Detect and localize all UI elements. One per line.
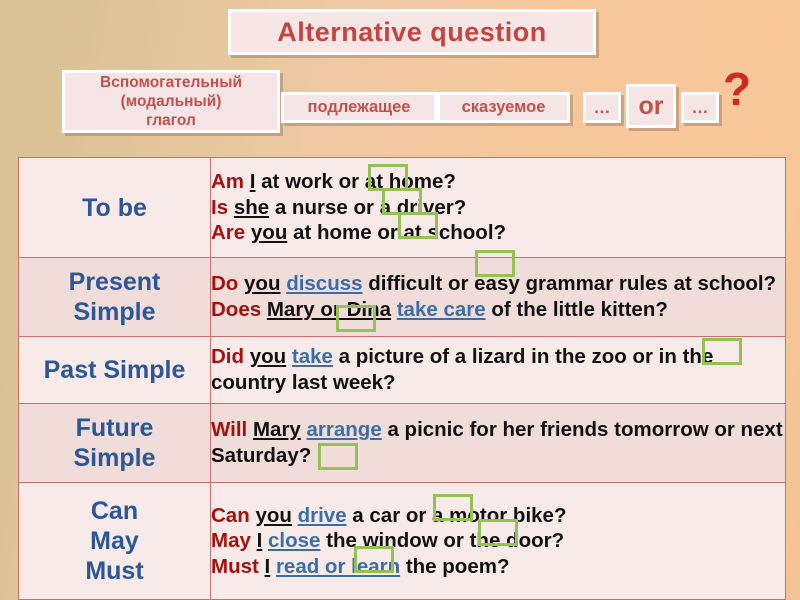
example-sentence: Did you take a picture of a lizard in th… (211, 344, 785, 395)
main-verb: arrange (306, 418, 382, 442)
sentence-subject: you (255, 503, 292, 527)
table-row: Future Simple Will Mary arrange a picnic f… (18, 402, 786, 483)
example-sentence: Is she a nurse or a driver? (211, 195, 785, 221)
auxiliary-verb: Must (211, 554, 259, 578)
main-verb: discuss (286, 272, 363, 296)
formula-auxiliary-verb-box: Вспомогательный (модальный) глагол (62, 70, 280, 133)
auxiliary-verb: Am (211, 170, 245, 194)
tense-name-line: Future (75, 413, 154, 442)
formula-auxiliary-line-2: (модальный) (120, 93, 222, 110)
sentence-subject: I (256, 529, 263, 553)
table-row: Can May Must Can you drive a car or a motor… (18, 481, 786, 600)
sentence-subject: she (233, 195, 270, 219)
sentence-tail: the poem? (400, 554, 510, 578)
formula-first-option-box: … (583, 92, 621, 123)
sentence-tail: a picture of a lizard in the zoo or in t… (211, 345, 714, 394)
main-verb: read or learn (275, 554, 401, 578)
example-sentence: Will Mary arrange a picnic for her frien… (211, 417, 785, 468)
example-sentences-cell: Am I at work or at home? Is she a nurse o… (210, 157, 786, 258)
formula-auxiliary-line-3: глагол (146, 112, 196, 129)
tense-name-line: Can (90, 496, 139, 525)
tense-name-cell: Present Simple (18, 257, 211, 337)
page-title: Alternative question (277, 16, 547, 47)
tense-name-line: Past Simple (43, 355, 186, 384)
example-sentence: Does Mary or Dina take care of the littl… (211, 297, 785, 323)
sentence-subject: Mary or Dina (266, 297, 392, 321)
example-sentences-cell: Can you drive a car or a motor bike? May … (210, 481, 786, 600)
auxiliary-verb: May (211, 529, 251, 553)
formula-auxiliary-line-1: Вспомогательный (100, 74, 242, 91)
tense-examples-table: To be Am I at work or at home? Is she a nu… (18, 157, 786, 600)
tense-name-cell: Past Simple (18, 335, 211, 404)
formula-subject-box: подлежащее (281, 92, 437, 123)
example-sentences-cell: Do you discuss difficult or easy grammar… (210, 257, 786, 337)
tense-name-line: Simple (73, 443, 156, 472)
tense-name-line: Must (85, 556, 144, 585)
sentence-subject: you (250, 221, 288, 245)
tense-name-cell: To be (18, 157, 211, 258)
formula-first-option-label: … (593, 97, 611, 117)
table-row: Present Simple Do you discuss difficult or… (18, 257, 786, 337)
tense-name-line: To be (82, 193, 147, 222)
example-sentences-cell: Did you take a picture of a lizard in th… (210, 335, 786, 404)
example-sentences-cell: Will Mary arrange a picnic for her frien… (210, 402, 786, 483)
tense-name-line: Simple (73, 297, 156, 326)
example-sentence: Are you at home or at school? (211, 220, 785, 246)
formula-predicate-label: сказуемое (461, 98, 546, 116)
formula-subject-label: подлежащее (307, 98, 411, 116)
main-verb: close (268, 529, 321, 553)
sentence-tail: difficult or easy grammar rules at schoo… (362, 272, 777, 296)
tense-name-line: May (90, 526, 139, 555)
sentence-subject: you (244, 272, 281, 296)
main-verb: take (291, 345, 333, 369)
example-sentence: Am I at work or at home? (211, 169, 785, 195)
auxiliary-verb: Will (211, 418, 248, 442)
formula-second-option-box: … (681, 92, 719, 123)
main-verb: drive (297, 503, 347, 527)
sentence-tail: a nurse or a driver? (269, 195, 467, 219)
sentence-subject: I (264, 554, 271, 578)
formula-second-option-label: … (691, 97, 709, 117)
auxiliary-verb: Are (211, 221, 246, 245)
sentence-subject: Mary (252, 418, 301, 442)
example-sentence: Must I read or learn the poem? (211, 554, 785, 580)
auxiliary-verb: Do (211, 272, 239, 296)
tense-name-cell: Future Simple (18, 402, 211, 483)
example-sentence: May I close the window or the door? (211, 528, 785, 554)
sentence-subject: you (249, 345, 287, 369)
main-verb: take care (396, 297, 486, 321)
formula-predicate-box: сказуемое (437, 92, 570, 123)
slide-title-box: Alternative question (228, 9, 596, 55)
table-row: Past Simple Did you take a picture of a l… (18, 335, 786, 404)
example-sentence: Do you discuss difficult or easy grammar… (211, 271, 785, 297)
tense-name-cell: Can May Must (18, 481, 211, 600)
question-mark-icon: ? (723, 63, 752, 115)
sentence-tail: at home or at school? (287, 221, 507, 245)
table-row: To be Am I at work or at home? Is she a nu… (18, 157, 786, 258)
example-sentence: Can you drive a car or a motor bike? (211, 503, 785, 529)
auxiliary-verb: Does (211, 297, 262, 321)
formula-or-box: or (626, 84, 676, 128)
tense-name-line: Present (68, 267, 161, 296)
formula-or-label: or (638, 91, 664, 120)
auxiliary-verb: Did (211, 345, 245, 369)
auxiliary-verb: Can (211, 503, 250, 527)
auxiliary-verb: Is (211, 195, 229, 219)
sentence-tail: of the little kitten? (485, 297, 668, 321)
sentence-tail: at work or at home? (255, 170, 456, 194)
sentence-tail: a car or a motor bike? (346, 503, 567, 527)
sentence-tail: the window or the door? (320, 529, 565, 553)
